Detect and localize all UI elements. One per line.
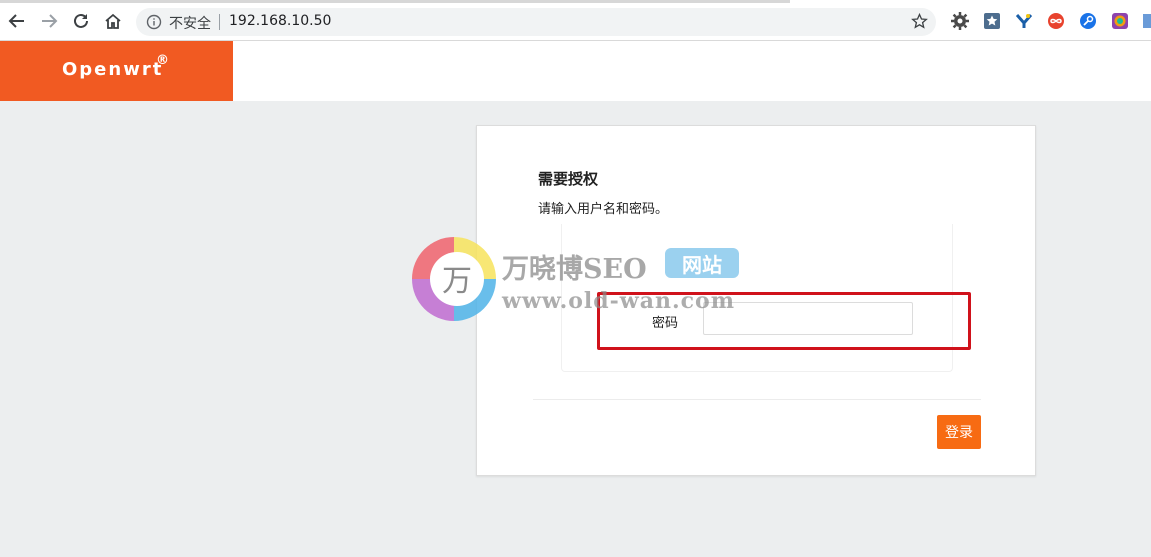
y-extension-icon[interactable] <box>1015 12 1033 30</box>
home-icon[interactable] <box>102 10 124 32</box>
infinity-extension-icon[interactable] <box>1047 12 1065 30</box>
brand-bar: Openwrt ® <box>0 41 233 101</box>
key-extension-icon[interactable] <box>1079 12 1097 30</box>
url-text[interactable]: 192.168.10.50 <box>229 13 331 29</box>
watermark-brand: 万晓博SEO <box>502 254 647 285</box>
watermark-url: www.old-wan.com <box>502 288 736 314</box>
settings-gear-icon[interactable] <box>951 12 969 30</box>
address-separator <box>219 14 220 30</box>
info-icon[interactable] <box>146 14 162 30</box>
tab-strip-edge <box>0 0 790 3</box>
reload-icon[interactable] <box>70 10 92 32</box>
watermark-logo-icon: 万 <box>410 235 498 323</box>
card-divider <box>533 399 981 400</box>
auth-subtitle: 请输入用户名和密码。 <box>538 202 669 217</box>
forward-icon[interactable] <box>38 10 60 32</box>
color-picker-extension-icon[interactable] <box>1111 12 1129 30</box>
bookmark-star-icon[interactable] <box>911 12 928 30</box>
bookmark-extension-icon[interactable] <box>983 12 1001 30</box>
registered-mark: ® <box>156 53 169 68</box>
watermark-logo-char: 万 <box>442 264 472 299</box>
browser-toolbar: 不安全 192.168.10.50 <box>0 0 1151 41</box>
security-label: 不安全 <box>169 16 211 32</box>
auth-title: 需要授权 <box>538 170 599 188</box>
watermark-badge: 网站 <box>665 248 739 278</box>
overflow-extension-icon[interactable] <box>1143 12 1151 30</box>
login-button[interactable]: 登录 <box>937 415 981 449</box>
brand-name[interactable]: Openwrt <box>62 59 163 80</box>
back-icon[interactable] <box>6 10 28 32</box>
header-bar <box>233 41 1151 101</box>
address-bar[interactable]: 不安全 192.168.10.50 <box>136 8 936 36</box>
